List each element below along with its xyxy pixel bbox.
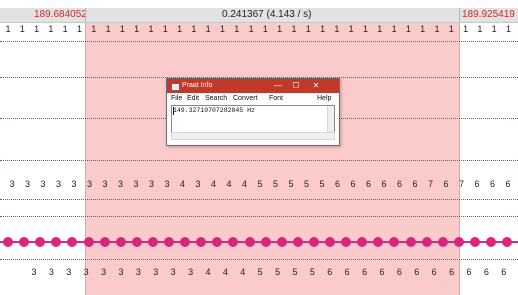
pitch-point	[308, 237, 319, 247]
pitch-point	[212, 237, 223, 247]
pitch-point	[421, 237, 432, 247]
close-button[interactable]: ✕	[307, 79, 325, 93]
tier4-label: 3	[153, 267, 159, 277]
tier4-label: 3	[101, 267, 107, 277]
tier4-label: 6	[362, 267, 368, 277]
pitch-point	[453, 237, 464, 247]
pitch-point	[325, 237, 335, 247]
pitch-point	[83, 237, 94, 247]
window-title-bar[interactable]: Praat Info — ☐ ✕	[167, 79, 339, 93]
tier4-label: 6	[501, 267, 507, 277]
tier4-label: 6	[431, 267, 437, 277]
pitch-point	[228, 237, 239, 247]
pitch-point	[115, 237, 126, 247]
pitch-point	[389, 237, 400, 247]
menu-help[interactable]: Help	[317, 94, 331, 104]
pitch-point	[437, 237, 448, 247]
pitch-point	[67, 237, 78, 247]
info-text-area[interactable]: 149.32710707282845 Hz	[171, 105, 335, 133]
praat-app-icon	[171, 83, 180, 91]
menu-search[interactable]: Search	[205, 94, 227, 104]
praat-info-window[interactable]: Praat Info — ☐ ✕ File Edit Search Conver…	[166, 78, 340, 146]
tier-4-labels: 3 3 3 3 3 3 3 3 3 3 4 4 4 5 5 5 5 6 6 6 6 6 6 6 6 6 6 6	[0, 266, 518, 278]
pitch-point	[147, 237, 158, 247]
pitch-point	[196, 237, 207, 247]
tier4-label: 3	[135, 267, 141, 277]
pitch-point	[51, 237, 62, 247]
pitch-point	[244, 237, 255, 247]
tier4-label: 6	[327, 267, 333, 277]
tier4-label: 3	[188, 267, 194, 277]
tier4-label: 3	[83, 267, 89, 277]
tier4-label: 4	[240, 267, 246, 277]
tier4-label: 5	[292, 267, 298, 277]
tier4-label: 6	[466, 267, 472, 277]
tier4-label: 3	[118, 267, 124, 277]
tier4-label: 3	[48, 267, 54, 277]
info-text-content: 149.32710707282845 Hz	[173, 107, 255, 114]
pitch-point	[260, 237, 271, 247]
menu-font[interactable]: Font	[269, 94, 283, 104]
tier4-label: 3	[66, 267, 72, 277]
pitch-point	[19, 237, 30, 247]
menu-bar: File Edit Search Convert Font Help	[167, 94, 339, 104]
pitch-point	[486, 237, 496, 247]
menu-edit[interactable]: Edit	[187, 94, 199, 104]
tier4-label: 6	[483, 267, 489, 277]
window-title: Praat Info	[182, 82, 213, 89]
pitch-point	[373, 237, 384, 247]
pitch-point	[164, 237, 174, 247]
tier4-label: 4	[222, 267, 228, 277]
pitch-point	[131, 237, 142, 247]
pitch-point	[99, 237, 110, 247]
tier4-label: 5	[275, 267, 281, 277]
pitch-point	[502, 237, 513, 247]
vertical-scrollbar[interactable]	[327, 106, 334, 132]
pitch-point	[3, 237, 13, 247]
tier4-label: 6	[396, 267, 402, 277]
pitch-point	[180, 237, 191, 247]
tier4-label: 5	[309, 267, 315, 277]
pitch-point	[276, 237, 287, 247]
pitch-point	[341, 237, 352, 247]
menu-convert[interactable]: Convert	[233, 94, 258, 104]
pitch-point	[357, 237, 368, 247]
tier4-label: 3	[31, 267, 37, 277]
tier4-label: 6	[414, 267, 420, 277]
tier4-label: 6	[379, 267, 385, 277]
tier4-label: 6	[449, 267, 455, 277]
tier4-label: 6	[344, 267, 350, 277]
tier4-label: 3	[170, 267, 176, 277]
pitch-point	[292, 237, 303, 247]
menu-file[interactable]: File	[171, 94, 182, 104]
tier4-label: 5	[257, 267, 263, 277]
pitch-point	[405, 237, 416, 247]
pitch-point	[35, 237, 46, 247]
tier4-label: 4	[205, 267, 211, 277]
pitch-point	[469, 237, 480, 247]
maximize-button[interactable]: ☐	[287, 79, 305, 93]
minimize-button[interactable]: —	[269, 79, 287, 93]
horizontal-scrollbar[interactable]	[171, 132, 335, 140]
pitch-points	[0, 0, 518, 295]
